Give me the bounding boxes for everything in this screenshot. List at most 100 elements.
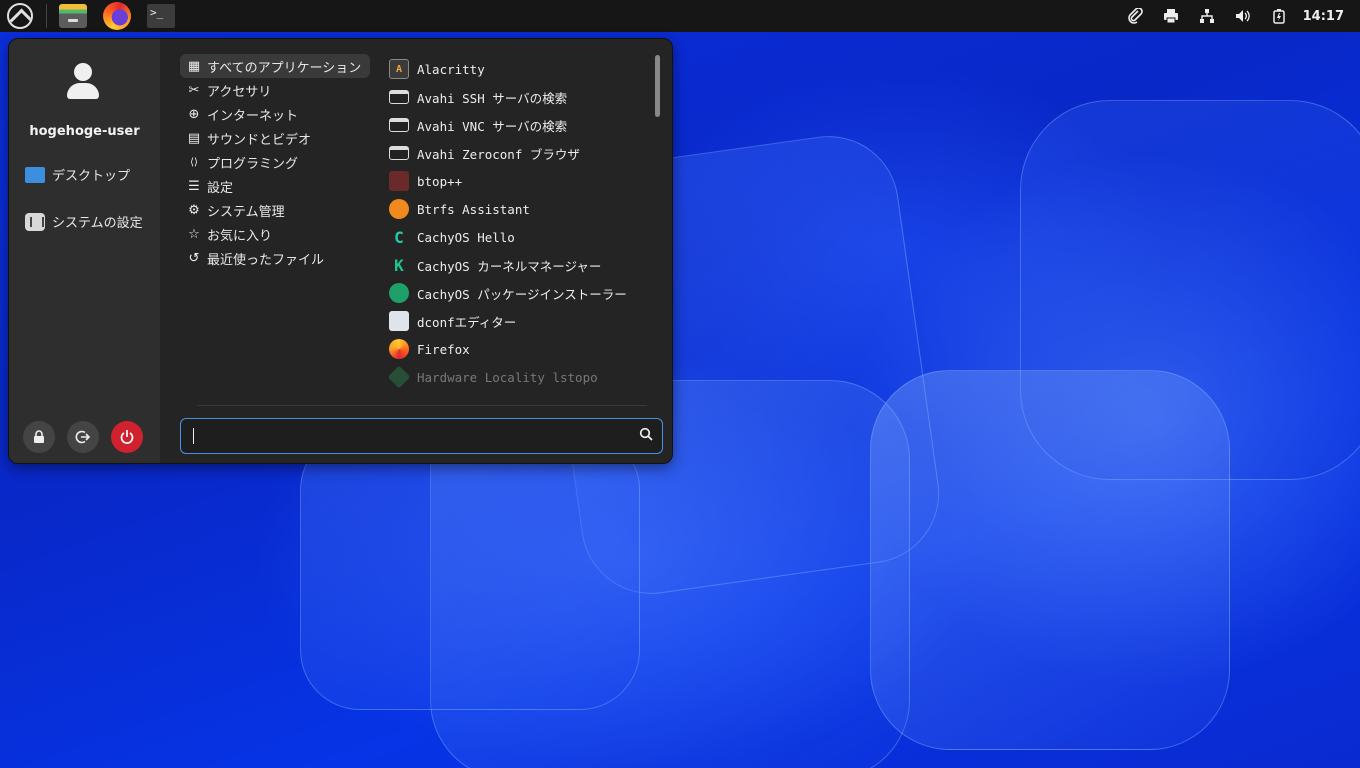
app-item-avahi-ssh[interactable]: Avahi SSH サーバの検索 — [389, 83, 651, 111]
logout-button[interactable] — [67, 421, 99, 453]
category-list: ▦ すべてのアプリケーション ✂ アクセサリ ⊕ インターネット ▤ サウンドと… — [180, 54, 370, 270]
desktop-icon — [25, 166, 45, 183]
app-item-avahi-zeroconf[interactable]: Avahi Zeroconf ブラウザ — [389, 139, 651, 167]
app-label: Avahi VNC サーバの検索 — [417, 118, 568, 134]
cachyos-logo-icon — [7, 3, 33, 29]
dconf-icon — [389, 311, 409, 331]
panel-separator — [46, 4, 47, 28]
search-divider — [197, 405, 647, 406]
printer-icon[interactable] — [1153, 8, 1189, 24]
sidebar-item-system-settings[interactable]: システムの設定 — [25, 212, 143, 231]
category-accessories[interactable]: ✂ アクセサリ — [180, 78, 370, 102]
category-internet[interactable]: ⊕ インターネット — [180, 102, 370, 126]
wallpaper-shape — [300, 430, 640, 710]
window-icon — [389, 90, 409, 104]
volume-icon[interactable] — [1225, 8, 1261, 24]
app-label: Btrfs Assistant — [417, 201, 530, 217]
package-installer-icon — [389, 283, 409, 303]
username: hogehoge-user — [29, 124, 140, 139]
clock[interactable]: 14:17 — [1303, 9, 1344, 24]
globe-icon: ⊕ — [188, 106, 200, 122]
app-label: Firefox — [417, 341, 470, 357]
sidebar-item-label: デスクトップ — [52, 169, 131, 184]
cachyos-icon: C — [394, 227, 404, 247]
sliders-icon: ☰ — [188, 178, 200, 194]
firefox-icon — [389, 339, 409, 359]
category-label: インターネット — [207, 108, 299, 124]
category-label: すべてのアプリケーション — [207, 60, 362, 76]
app-label: Avahi SSH サーバの検索 — [417, 90, 568, 106]
file-manager-icon — [59, 4, 87, 28]
paperclip-icon[interactable] — [1117, 8, 1153, 24]
app-item-avahi-vnc[interactable]: Avahi VNC サーバの検索 — [389, 111, 651, 139]
app-item-dconf-editor[interactable]: dconfエディター — [389, 307, 651, 335]
app-item-kernel-manager[interactable]: K CachyOS カーネルマネージャー — [389, 251, 651, 279]
app-label: Alacritty — [417, 61, 485, 77]
category-label: サウンドとビデオ — [207, 132, 312, 148]
code-icon: ⟨⟩ — [190, 156, 198, 168]
app-list-scrollbar[interactable] — [655, 55, 660, 117]
power-button[interactable] — [111, 421, 143, 453]
btop-icon — [389, 171, 409, 191]
app-item-package-installer[interactable]: CachyOS パッケージインストーラー — [389, 279, 651, 307]
category-label: お気に入り — [207, 228, 273, 244]
hwloc-icon — [389, 365, 411, 389]
lock-icon — [34, 430, 44, 443]
search-input[interactable] — [194, 419, 630, 453]
category-system[interactable]: ⚙ システム管理 — [180, 198, 370, 222]
category-label: 最近使ったファイル — [207, 252, 325, 268]
battery-icon[interactable] — [1261, 8, 1297, 24]
gear-icon: ⚙ — [188, 202, 200, 218]
alacritty-icon: A — [389, 59, 409, 79]
power-icon — [120, 430, 134, 444]
app-item-hwloc-lstopo[interactable]: Hardware Locality lstopo — [389, 363, 651, 391]
category-label: システム管理 — [207, 204, 285, 220]
app-label: CachyOS Hello — [417, 229, 515, 245]
star-icon: ☆ — [188, 226, 200, 242]
application-menu: hogehoge-user デスクトップ システムの設定 ▦ すべてのアプリケー… — [8, 38, 673, 464]
window-icon — [389, 118, 409, 132]
firefox-launcher[interactable] — [101, 0, 133, 32]
menu-sidebar: hogehoge-user デスクトップ システムの設定 — [9, 39, 160, 463]
tools-icon: ✂ — [188, 82, 200, 98]
category-label: アクセサリ — [207, 84, 272, 100]
system-tray: 14:17 — [1117, 0, 1360, 32]
category-label: 設定 — [207, 180, 234, 196]
top-panel: >_ 14:17 — [0, 0, 1360, 32]
sidebar-item-desktop[interactable]: デスクトップ — [25, 165, 130, 184]
category-recent-files[interactable]: ↺ 最近使ったファイル — [180, 246, 370, 270]
search-box — [180, 418, 663, 454]
network-icon[interactable] — [1189, 8, 1225, 24]
category-sound-video[interactable]: ▤ サウンドとビデオ — [180, 126, 370, 150]
file-manager-launcher[interactable] — [57, 0, 89, 32]
category-settings[interactable]: ☰ 設定 — [180, 174, 370, 198]
app-label: CachyOS パッケージインストーラー — [417, 286, 627, 302]
app-label: CachyOS カーネルマネージャー — [417, 258, 602, 274]
app-label: btop++ — [417, 173, 463, 189]
history-icon: ↺ — [188, 250, 200, 266]
search-icon[interactable] — [630, 427, 662, 445]
media-icon: ▤ — [187, 130, 201, 146]
app-item-btrfs-assistant[interactable]: Btrfs Assistant — [389, 195, 651, 223]
category-all-applications[interactable]: ▦ すべてのアプリケーション — [180, 54, 370, 78]
app-item-alacritty[interactable]: A Alacritty — [389, 55, 651, 83]
kernel-manager-icon: K — [394, 255, 404, 275]
app-item-btop[interactable]: btop++ — [389, 167, 651, 195]
category-programming[interactable]: ⟨⟩ プログラミング — [180, 150, 370, 174]
window-icon — [389, 146, 409, 160]
grid-icon: ▦ — [187, 58, 201, 74]
app-label: dconfエディター — [417, 314, 517, 330]
firefox-icon — [103, 2, 131, 30]
category-favorites[interactable]: ☆ お気に入り — [180, 222, 370, 246]
app-item-firefox[interactable]: Firefox — [389, 335, 651, 363]
wallpaper-shape — [870, 370, 1230, 750]
terminal-launcher[interactable]: >_ — [145, 0, 177, 32]
app-item-cachyos-hello[interactable]: C CachyOS Hello — [389, 223, 651, 251]
lock-screen-button[interactable] — [23, 421, 55, 453]
application-list: A Alacritty Avahi SSH サーバの検索 Avahi VNC サ… — [389, 55, 651, 391]
app-menu-button[interactable] — [0, 0, 40, 32]
user-avatar-icon — [65, 63, 101, 103]
logout-icon — [75, 430, 91, 444]
app-label: Hardware Locality lstopo — [417, 369, 598, 385]
btrfs-icon — [389, 199, 409, 219]
